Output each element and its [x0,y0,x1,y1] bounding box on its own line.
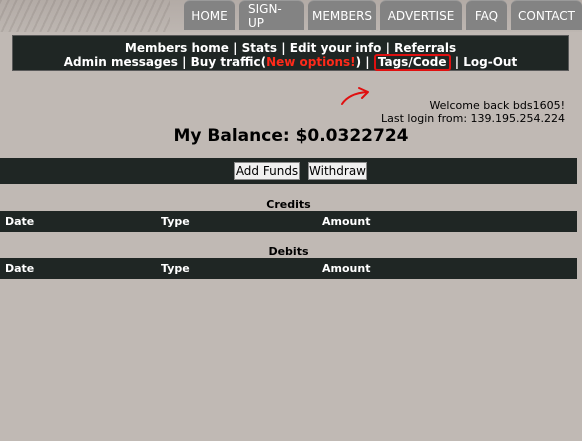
header-artwork [0,0,170,32]
welcome-message: Welcome back bds1605! [429,99,565,112]
credits-col-amount: Amount [322,215,371,228]
close-paren: ) [355,55,362,69]
tab-sign-up[interactable]: SIGN-UP [239,0,304,30]
debits-col-type: Type [161,262,190,275]
nav-separator: | [454,55,460,69]
credits-col-type: Type [161,215,190,228]
tab-home[interactable]: HOME [184,0,235,30]
balance-heading: My Balance: $0.0322724 [173,126,409,146]
add-funds-button[interactable]: Add Funds [234,162,300,180]
last-login-info: Last login from: 139.195.254.224 [381,112,565,125]
referrals-link[interactable]: Referrals [394,41,456,55]
tab-advertise[interactable]: ADVERTISE [380,0,462,30]
withdraw-button[interactable]: Withdraw [308,162,367,180]
member-nav-row-1: Members home | Stats | Edit your info | … [13,41,568,55]
top-nav-tabs: HOME SIGN-UP MEMBERS ADVERTISE FAQ CONTA… [180,0,582,31]
member-nav-row-2: Admin messages | Buy traffic(New options… [13,54,568,71]
funds-toolbar: Add Funds Withdraw [0,158,577,184]
edit-info-link[interactable]: Edit your info [290,41,382,55]
tab-faq[interactable]: FAQ [466,0,507,30]
debits-col-date: Date [5,262,35,275]
debits-table-header: Date Type Amount [0,258,577,279]
nav-separator: | [233,41,238,55]
logout-link[interactable]: Log-Out [463,55,517,69]
members-home-link[interactable]: Members home [125,41,229,55]
new-options-link[interactable]: New options! [266,55,356,69]
nav-separator: | [385,41,390,55]
annotation-arrow-icon [341,87,369,105]
member-navigation: Members home | Stats | Edit your info | … [12,35,569,71]
admin-messages-link[interactable]: Admin messages [64,55,178,69]
nav-separator: | [182,55,187,69]
credits-table-header: Date Type Amount [0,211,577,232]
nav-separator: | [365,55,370,69]
tags-code-link[interactable]: Tags/Code [378,55,447,69]
credits-col-date: Date [5,215,35,228]
buy-traffic-link[interactable]: Buy traffic [191,55,261,69]
credits-title: Credits [266,198,311,211]
debits-col-amount: Amount [322,262,371,275]
tags-code-highlight: Tags/Code [373,54,451,71]
nav-separator: | [281,41,286,55]
debits-title: Debits [268,245,309,258]
tab-contact[interactable]: CONTACT [511,0,582,30]
tab-members[interactable]: MEMBERS [308,0,376,30]
stats-link[interactable]: Stats [242,41,277,55]
